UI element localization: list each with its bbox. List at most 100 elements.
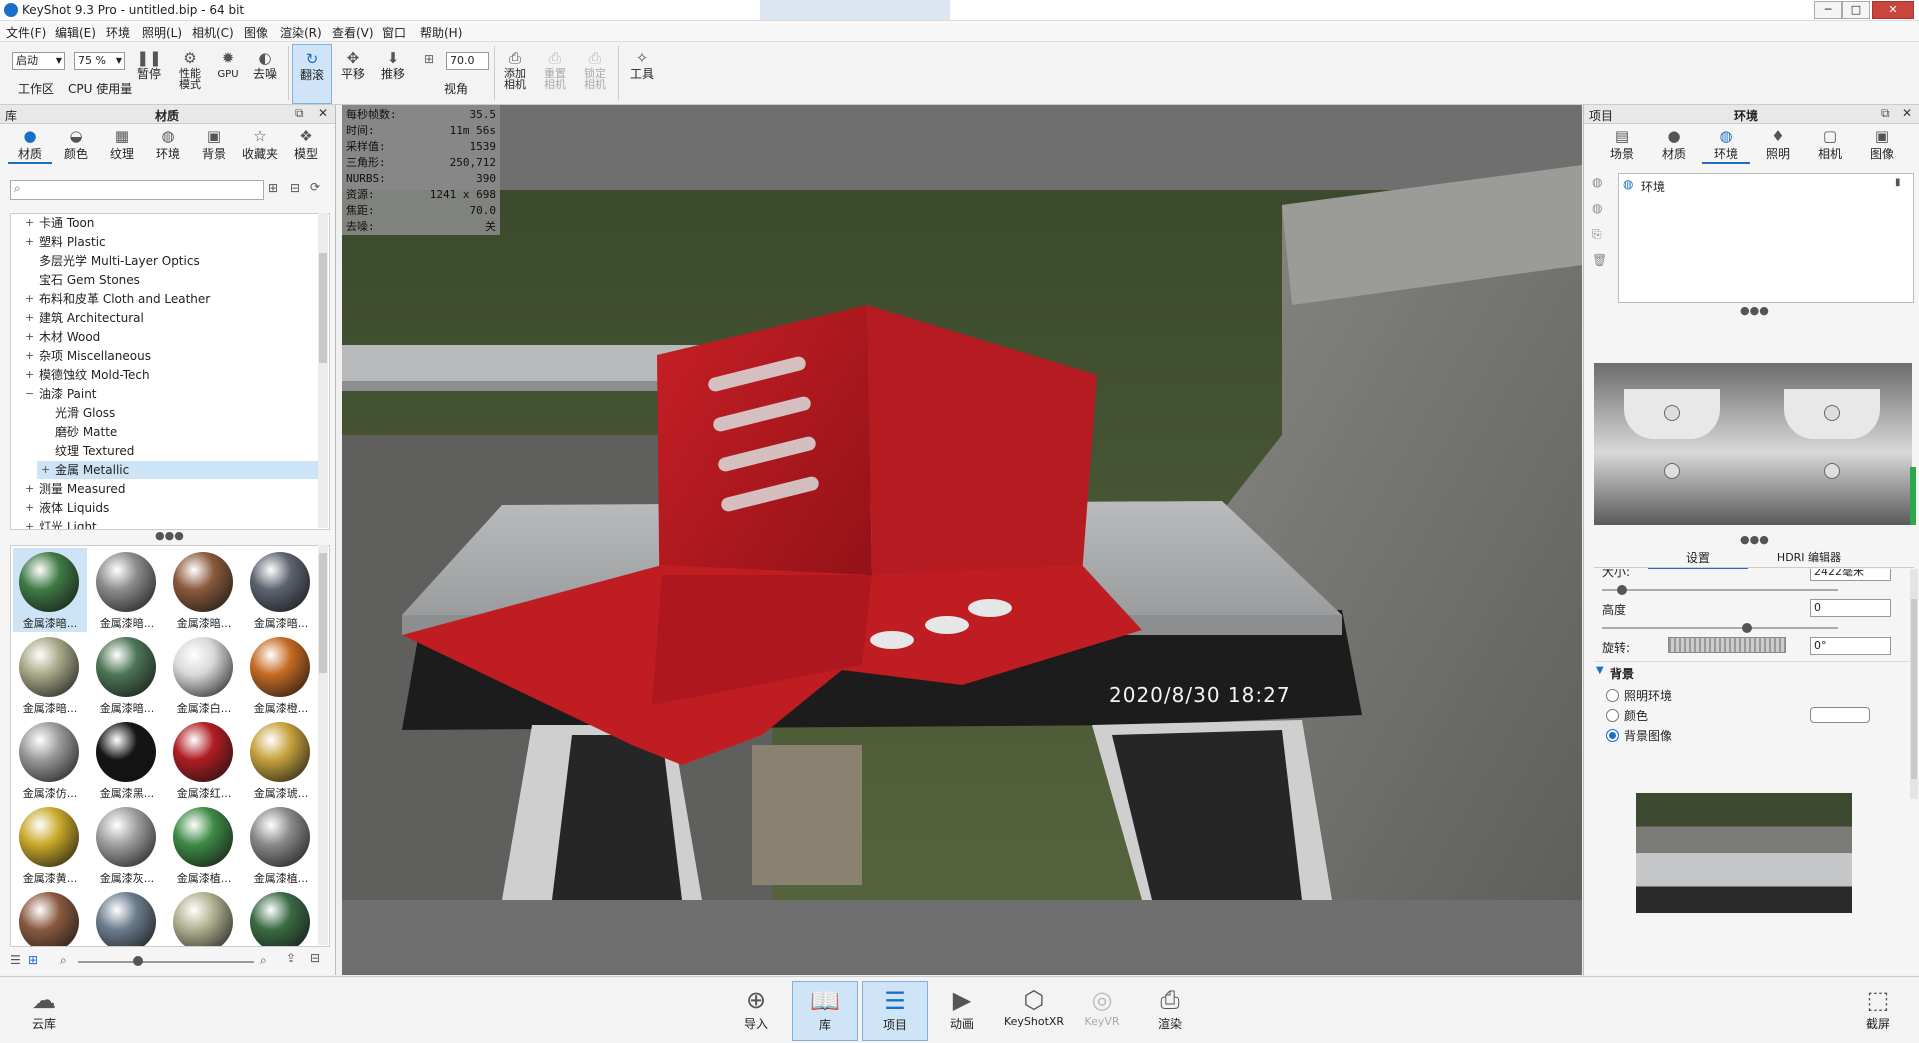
material-thumbnail[interactable] (13, 888, 87, 946)
tree-scrollbar[interactable] (318, 213, 328, 528)
dolly-button[interactable]: ⬇ 推移 (376, 44, 410, 102)
subtab-settings[interactable]: 设置 (1648, 549, 1748, 569)
close-panel-icon[interactable]: ✕ (1902, 106, 1912, 120)
tree-item[interactable]: + 杂项 Miscellaneous (21, 347, 321, 365)
tree-item[interactable]: + 测量 Measured (21, 480, 321, 498)
minimize-button[interactable]: ─ (1814, 1, 1842, 19)
tree-item[interactable]: 光滑 Gloss (37, 404, 321, 422)
delete-icon[interactable]: 🗑 (1592, 253, 1607, 267)
animation-button[interactable]: ▶ 动画 (930, 981, 994, 1039)
tab-scene[interactable]: ▤ 场景 (1598, 128, 1646, 162)
light-pin-icon[interactable] (1664, 463, 1680, 479)
library-search-input[interactable]: ⌕ (10, 180, 264, 200)
pan-button[interactable]: ✥ 平移 (336, 44, 370, 102)
material-thumbnail[interactable]: 金属漆暗... (90, 548, 164, 632)
tab-project-materials[interactable]: ● 材质 (1650, 128, 1698, 162)
menu-lighting[interactable]: 照明(L) (142, 24, 182, 41)
material-thumbnail[interactable] (244, 888, 318, 946)
new-folder-icon[interactable]: ⊞ (268, 181, 278, 195)
close-button[interactable]: ✕ (1872, 1, 1914, 19)
tree-item[interactable]: 多层光学 Multi-Layer Optics (21, 252, 321, 270)
material-thumbnail[interactable]: 金属漆琥... (244, 718, 318, 802)
material-thumbnail[interactable]: 金属漆植... (167, 803, 241, 887)
background-image-thumbnail[interactable] (1636, 793, 1852, 913)
maximize-button[interactable]: □ (1842, 1, 1870, 19)
splitter-handle-icon[interactable]: ●●● (155, 529, 184, 542)
add-environment-icon[interactable]: ◍ (1592, 175, 1602, 189)
menu-help[interactable]: 帮助(H) (420, 24, 462, 41)
tab-camera[interactable]: ▢ 相机 (1806, 128, 1854, 162)
thumbs-scroll-thumb[interactable] (319, 553, 327, 673)
expand-icon[interactable]: + (25, 290, 34, 308)
collapse-chevron-icon[interactable]: ▼ (1596, 665, 1604, 676)
material-thumbnail[interactable]: 金属漆橙... (244, 633, 318, 717)
tab-image[interactable]: ▣ 图像 (1858, 128, 1906, 162)
upload-icon[interactable]: ⇪ (286, 951, 296, 965)
undock-icon[interactable]: ⧉ (295, 106, 304, 121)
menu-window[interactable]: 窗口 (382, 24, 406, 41)
material-thumbnail[interactable]: 金属漆黑... (90, 718, 164, 802)
tab-lighting[interactable]: ♦ 照明 (1754, 128, 1802, 162)
undock-icon[interactable]: ⧉ (1881, 106, 1890, 121)
render-button[interactable]: ⎙ 渲染 (1138, 981, 1202, 1039)
cloud-library-button[interactable]: ☁ 云库 (12, 981, 76, 1039)
light-pin-icon[interactable] (1824, 405, 1840, 421)
keyvr-button[interactable]: ◎ KeyVR (1070, 981, 1134, 1039)
light-pin-icon[interactable] (1664, 405, 1680, 421)
tab-colors[interactable]: ◒ 颜色 (54, 128, 98, 162)
expand-icon[interactable]: + (25, 347, 34, 365)
expand-icon[interactable]: + (25, 480, 34, 498)
expand-icon[interactable]: + (25, 366, 34, 384)
import-button[interactable]: ⊕ 导入 (724, 981, 788, 1039)
import-folder-icon[interactable]: ⊟ (310, 951, 320, 965)
slider-knob[interactable] (133, 956, 143, 966)
thumbs-scrollbar[interactable] (318, 545, 328, 945)
material-thumbnail[interactable]: 金属漆红... (167, 718, 241, 802)
save-environment-icon[interactable]: ⎘ (1592, 227, 1602, 242)
list-view-icon[interactable]: ☰ (10, 953, 21, 967)
material-thumbnail[interactable]: 金属漆灰... (90, 803, 164, 887)
slider-knob[interactable] (1617, 585, 1627, 595)
expand-icon[interactable]: + (25, 214, 34, 232)
subtab-hdri-editor[interactable]: HDRI 编辑器 (1754, 549, 1864, 567)
zoom-in-icon[interactable]: ⌕ (260, 953, 267, 968)
material-thumbnail[interactable]: 金属漆仿... (13, 718, 87, 802)
cpu-usage-select[interactable]: 75 % ▼ (74, 52, 125, 70)
tree-item[interactable]: + 布料和皮革 Cloth and Leather (21, 290, 321, 308)
thumbnail-size-slider[interactable] (78, 961, 254, 963)
tree-item[interactable]: + 木材 Wood (21, 328, 321, 346)
material-thumbnail[interactable]: 金属漆暗... (167, 548, 241, 632)
add-camera-button[interactable]: ⎙ 添加 相机 (498, 44, 532, 102)
tools-button[interactable]: ✧ 工具 (624, 44, 660, 102)
menu-file[interactable]: 文件(F) (6, 24, 46, 41)
material-thumbnail[interactable] (90, 888, 164, 946)
denoise-button[interactable]: ◐ 去噪 (248, 44, 282, 102)
height-input[interactable]: 0 (1810, 599, 1891, 617)
menu-render[interactable]: 渲染(R) (280, 24, 322, 41)
collapse-icon[interactable]: − (25, 385, 34, 403)
folder-icon[interactable]: ⊟ (290, 181, 300, 195)
hdri-preview[interactable] (1594, 363, 1912, 525)
material-thumbnail[interactable]: 金属漆白... (167, 633, 241, 717)
rotation-dial[interactable] (1668, 637, 1786, 653)
tree-item[interactable]: + 建筑 Architectural (21, 309, 321, 327)
material-thumbnail[interactable] (167, 888, 241, 946)
rotation-input[interactable]: 0° (1810, 637, 1891, 655)
tree-item[interactable]: + 金属 Metallic (37, 461, 321, 479)
grid-view-icon[interactable]: ⊞ (28, 953, 38, 967)
material-thumbnail[interactable]: 金属漆植... (244, 803, 318, 887)
tab-environments[interactable]: ◍ 环境 (146, 128, 190, 162)
tree-item[interactable]: − 油漆 Paint (21, 385, 321, 403)
zoom-out-icon[interactable]: ⌕ (60, 953, 67, 968)
screenshot-button[interactable]: ⬚ 截屏 (1846, 981, 1910, 1039)
refresh-icon[interactable]: ⟳ (310, 180, 320, 194)
menu-camera[interactable]: 相机(C) (192, 24, 234, 41)
tree-item[interactable]: + 模德蚀纹 Mold-Tech (21, 366, 321, 384)
material-thumbnail[interactable]: 金属漆暗... (244, 548, 318, 632)
tree-item[interactable]: + 卡通 Toon (21, 214, 321, 232)
light-pin-icon[interactable] (1824, 463, 1840, 479)
tree-item[interactable]: 宝石 Gem Stones (21, 271, 321, 289)
tab-textures[interactable]: ▦ 纹理 (100, 128, 144, 162)
tab-backgrounds[interactable]: ▣ 背景 (192, 128, 236, 162)
tab-models[interactable]: ❖ 模型 (284, 128, 328, 162)
